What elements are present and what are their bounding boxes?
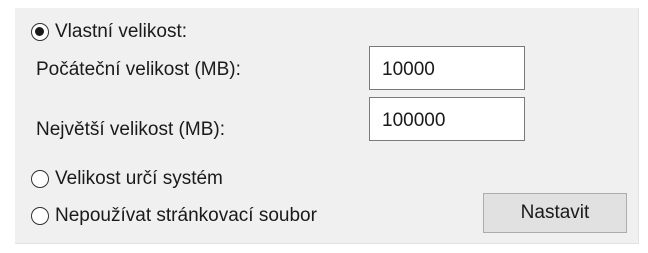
maximum-size-label: Největší velikost (MB): bbox=[36, 119, 225, 140]
custom-size-label: Vlastní velikost: bbox=[55, 21, 187, 42]
system-managed-radio[interactable] bbox=[31, 170, 49, 188]
initial-size-input[interactable] bbox=[369, 46, 525, 90]
no-paging-file-radio[interactable] bbox=[31, 207, 49, 225]
initial-size-label: Počáteční velikost (MB): bbox=[36, 59, 241, 80]
custom-size-option[interactable]: Vlastní velikost: bbox=[31, 21, 187, 43]
system-managed-option[interactable]: Velikost určí systém bbox=[31, 168, 223, 190]
no-paging-file-option[interactable]: Nepoužívat stránkovací soubor bbox=[31, 205, 317, 227]
set-button[interactable]: Nastavit bbox=[483, 193, 627, 233]
no-paging-file-label: Nepoužívat stránkovací soubor bbox=[55, 205, 317, 226]
maximum-size-input[interactable] bbox=[369, 97, 525, 141]
custom-size-radio[interactable] bbox=[31, 23, 49, 41]
system-managed-label: Velikost určí systém bbox=[55, 168, 223, 189]
